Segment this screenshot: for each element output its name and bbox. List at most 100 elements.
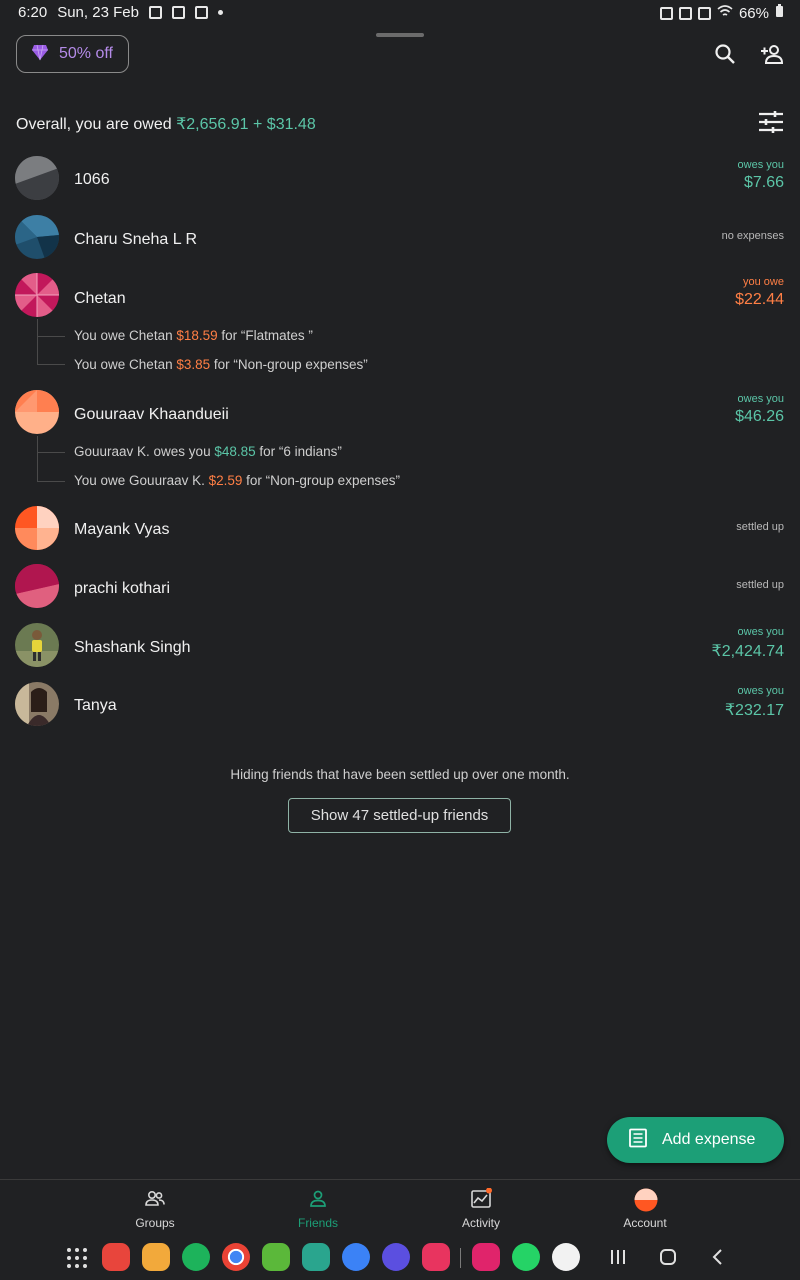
recents-icon[interactable] — [609, 1248, 627, 1271]
avatar — [15, 390, 59, 434]
calculator-app-icon[interactable] — [262, 1243, 290, 1271]
bottom-navigation: Groups Friends Activity Account — [0, 1179, 800, 1234]
tree-branch — [37, 336, 65, 337]
diamond-icon — [31, 43, 49, 66]
overall-prefix: Overall, you are owed — [16, 116, 172, 133]
hidden-friends-note: Hiding friends that have been settled up… — [230, 767, 570, 782]
nav-friends[interactable]: Friends — [273, 1188, 363, 1230]
sleep-icon — [678, 6, 692, 20]
account-avatar-icon — [634, 1188, 658, 1212]
search-icon[interactable] — [713, 42, 737, 66]
filter-icon[interactable] — [758, 109, 784, 135]
friend-name: Shashank Singh — [74, 639, 191, 656]
battery-percent: 66% — [738, 4, 769, 22]
friend-row[interactable]: Chetan you owe $22.44 You owe Chetan $18… — [0, 273, 800, 379]
status-bar: 6:20 Sun, 23 Feb 66% — [0, 0, 800, 26]
battery-icon — [775, 4, 784, 22]
debt-detail: You owe Chetan $18.59 for “Flatmates ” — [74, 328, 313, 343]
detail-amount: $18.59 — [176, 328, 218, 343]
balance-kind: you owe — [743, 276, 784, 288]
home-icon[interactable] — [659, 1248, 677, 1271]
chrome-app-icon[interactable] — [222, 1243, 250, 1271]
camera-app-icon[interactable] — [422, 1243, 450, 1271]
whatsapp-app-icon[interactable] — [512, 1243, 540, 1271]
friend-row[interactable]: Tanya owes you ₹232.17 — [0, 682, 800, 732]
add-expense-label: Add expense — [662, 1131, 756, 1148]
balance-kind: owes you — [737, 393, 784, 405]
more-notifications-icon — [217, 10, 223, 15]
friend-row[interactable]: Charu Sneha L R no expenses — [0, 215, 800, 265]
friend-row[interactable]: 1066 owes you $7.66 — [0, 156, 800, 206]
balance-kind: settled up — [736, 521, 784, 533]
add-friend-icon[interactable] — [760, 42, 784, 66]
tree-line — [37, 436, 38, 481]
balance-amount: $22.44 — [735, 291, 784, 308]
friend-name: Chetan — [74, 290, 126, 307]
avatar — [15, 156, 59, 200]
show-settled-friends-button[interactable]: Show 47 settled-up friends — [288, 798, 511, 833]
receipt-icon — [628, 1128, 648, 1153]
back-icon[interactable] — [710, 1248, 726, 1271]
gallery-app-icon[interactable] — [472, 1243, 500, 1271]
balance-kind: settled up — [736, 579, 784, 591]
status-time: 6:20 — [18, 4, 48, 21]
dock-divider — [460, 1248, 461, 1268]
nav-activity[interactable]: Activity — [436, 1187, 526, 1230]
gallery-icon — [194, 6, 208, 19]
alarm-icon — [659, 6, 673, 20]
nav-groups[interactable]: Groups — [110, 1188, 200, 1230]
detail-group: for “6 indians” — [255, 444, 342, 459]
internet-app-icon[interactable] — [382, 1243, 410, 1271]
avatar — [15, 564, 59, 608]
add-expense-button[interactable]: Add expense — [607, 1117, 784, 1163]
drag-handle[interactable] — [376, 33, 424, 37]
detail-amount: $3.85 — [176, 357, 211, 372]
chatgpt-app-icon[interactable] — [552, 1243, 580, 1271]
nav-account[interactable]: Account — [600, 1188, 690, 1230]
calendar-app-icon[interactable] — [302, 1243, 330, 1271]
avatar — [15, 506, 59, 550]
files-app-icon[interactable] — [142, 1243, 170, 1271]
avatar — [15, 215, 59, 259]
tree-branch — [37, 452, 65, 453]
balance-kind: owes you — [737, 626, 784, 638]
friend-row[interactable]: Mayank Vyas settled up — [0, 506, 800, 556]
notification-icon — [148, 6, 162, 19]
app-drawer-icon[interactable] — [66, 1247, 88, 1274]
detail-text: You owe Chetan — [74, 357, 177, 372]
detail-group: for “Flatmates ” — [217, 328, 313, 343]
promo-label: 50% off — [59, 45, 113, 62]
nav-label: Activity — [461, 1216, 500, 1230]
groups-icon — [144, 1188, 166, 1210]
balance-amount: $7.66 — [743, 174, 784, 191]
balance-amount: ₹232.17 — [724, 702, 784, 719]
phone-app-icon[interactable] — [182, 1243, 210, 1271]
notes-app-icon[interactable] — [102, 1243, 130, 1271]
balance-status: no expenses — [722, 230, 784, 242]
overall-balance: Overall, you are owed ₹2,656.91 + $31.48 — [16, 114, 316, 134]
friend-name: Charu Sneha L R — [74, 231, 198, 248]
friend-row[interactable]: Shashank Singh owes you ₹2,424.74 — [0, 623, 800, 673]
person-icon — [307, 1188, 329, 1210]
detail-amount: $48.85 — [214, 444, 256, 459]
balance-kind: no expenses — [721, 230, 784, 242]
promo-badge[interactable]: 50% off — [16, 35, 129, 73]
friend-name: Gouuraav Khaandueii — [74, 406, 229, 423]
friend-row[interactable]: Gouuraav Khaandueii owes you $46.26 Gouu… — [0, 390, 800, 496]
overall-amount: ₹2,656.91 + $31.48 — [176, 116, 316, 133]
system-dock — [0, 1238, 800, 1280]
tree-line — [37, 319, 38, 364]
debt-detail: You owe Chetan $3.85 for “Non-group expe… — [74, 357, 368, 372]
detail-amount: $2.59 — [208, 473, 243, 488]
balance-status: owes you ₹232.17 — [725, 685, 784, 720]
avatar — [15, 682, 59, 726]
nav-label: Groups — [135, 1216, 175, 1230]
messages-app-icon[interactable] — [342, 1243, 370, 1271]
friend-row[interactable]: prachi kothari settled up — [0, 564, 800, 614]
balance-kind: owes you — [737, 685, 784, 697]
nav-label: Friends — [297, 1216, 338, 1230]
debt-detail: You owe Gouuraav K. $2.59 for “Non-group… — [74, 473, 400, 488]
detail-group: for “Non-group expenses” — [210, 357, 368, 372]
detail-text: You owe Chetan — [74, 328, 177, 343]
activity-icon — [470, 1187, 492, 1210]
